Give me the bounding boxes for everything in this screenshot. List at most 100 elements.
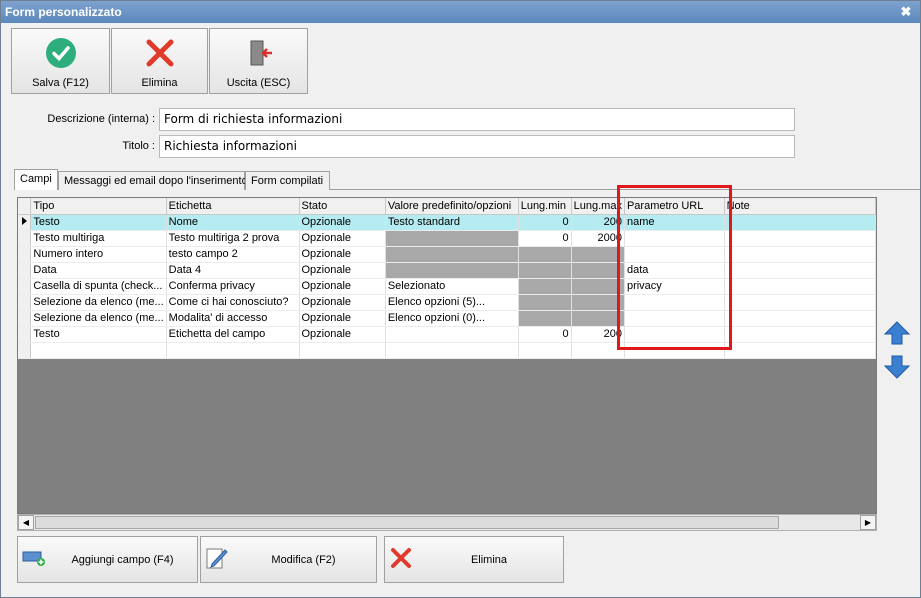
table-row[interactable]: Selezione da elenco (me... Come ci hai co… [18, 294, 876, 311]
exit-button[interactable]: Uscita (ESC) [209, 28, 308, 94]
cell-lung-min[interactable]: 0 [518, 214, 572, 231]
cell-lung-min[interactable] [518, 262, 572, 279]
description-field[interactable]: Form di richiesta informazioni [159, 108, 795, 131]
scroll-right-icon[interactable]: ▶ [860, 515, 876, 530]
cell-note[interactable] [724, 246, 876, 263]
row-indicator[interactable] [18, 294, 32, 311]
col-note[interactable]: Note [724, 198, 876, 215]
row-indicator[interactable] [18, 310, 32, 327]
col-etichetta[interactable]: Etichetta [166, 198, 300, 215]
col-valore[interactable]: Valore predefinito/opzioni [385, 198, 519, 215]
cell-etichetta[interactable]: Conferma privacy [166, 278, 300, 295]
table-row[interactable]: Data Data 4 Opzionale data [18, 262, 876, 279]
cell-tipo[interactable]: Testo [30, 214, 167, 231]
table-row[interactable]: Selezione da elenco (me... Modalita' di a… [18, 310, 876, 327]
tab-campi[interactable]: Campi [14, 169, 58, 190]
table-row[interactable]: Testo Nome Opzionale Testo standard 0 200 name [18, 214, 876, 231]
cell-stato[interactable]: Opzionale [299, 310, 386, 327]
cell-etichetta[interactable]: Etichetta del campo [166, 326, 300, 343]
cell-stato[interactable]: Opzionale [299, 262, 386, 279]
move-up-icon[interactable] [883, 319, 911, 347]
cell-note[interactable] [724, 262, 876, 279]
cell-stato[interactable]: Opzionale [299, 230, 386, 247]
move-down-icon[interactable] [883, 353, 911, 381]
cell-valore[interactable] [385, 230, 519, 247]
cell-valore[interactable]: Testo standard [385, 214, 519, 231]
cell-note[interactable] [724, 310, 876, 327]
cell-etichetta[interactable]: Testo multiriga 2 prova [166, 230, 300, 247]
close-icon[interactable]: ✖ [898, 4, 914, 20]
cell-lung-min[interactable] [518, 246, 572, 263]
cell-lung-min[interactable] [518, 278, 572, 295]
table-row[interactable]: Testo multiriga Testo multiriga 2 prova Op… [18, 230, 876, 247]
horizontal-scrollbar[interactable]: ◀ ▶ [17, 514, 877, 531]
cell-valore[interactable]: Elenco opzioni (0)... [385, 310, 519, 327]
fields-grid[interactable]: Tipo Etichetta Stato Valore predefinito/… [17, 197, 877, 514]
delete-field-button[interactable]: Elimina [384, 536, 564, 583]
cell-valore[interactable] [385, 262, 519, 279]
row-indicator[interactable] [18, 278, 32, 295]
cell-etichetta[interactable]: Come ci hai conosciuto? [166, 294, 300, 311]
add-field-button[interactable]: Aggiungi campo (F4) [17, 536, 198, 583]
save-button[interactable]: Salva (F12) [11, 28, 110, 94]
cell-note[interactable] [724, 294, 876, 311]
cell-etichetta[interactable]: Modalita' di accesso [166, 310, 300, 327]
cell-valore[interactable]: Selezionato [385, 278, 519, 295]
cell-lung-min[interactable]: 0 [518, 230, 572, 247]
row-indicator[interactable] [18, 230, 32, 247]
table-row[interactable]: Testo Etichetta del campo Opzionale 0 200 [18, 326, 876, 343]
cell-tipo[interactable]: Numero intero [30, 246, 167, 263]
cell-lung-min[interactable] [518, 310, 572, 327]
cell-note[interactable] [724, 278, 876, 295]
cell-tipo[interactable]: Testo multiriga [30, 230, 167, 247]
table-row-empty[interactable] [18, 342, 876, 359]
delete-button[interactable]: Elimina [111, 28, 208, 94]
cell-valore[interactable] [385, 246, 519, 263]
cell-etichetta[interactable]: testo campo 2 [166, 246, 300, 263]
empty-cell[interactable] [30, 342, 167, 359]
cell-stato[interactable]: Opzionale [299, 246, 386, 263]
cell-tipo[interactable]: Selezione da elenco (me... [30, 310, 167, 327]
cell-etichetta[interactable]: Nome [166, 214, 300, 231]
table-row[interactable]: Casella di spunta (check... Conferma priv… [18, 278, 876, 295]
scroll-thumb[interactable] [35, 516, 779, 529]
col-lung-min[interactable]: Lung.min [518, 198, 572, 215]
form-window: Form personalizzato ✖ Salva (F12) Elimin… [0, 0, 921, 598]
cell-stato[interactable]: Opzionale [299, 214, 386, 231]
tab-messaggi[interactable]: Messaggi ed email dopo l'inserimento [58, 171, 248, 190]
cell-etichetta[interactable]: Data 4 [166, 262, 300, 279]
edit-button[interactable]: Modifica (F2) [200, 536, 377, 583]
cell-valore[interactable]: Elenco opzioni (5)... [385, 294, 519, 311]
col-tipo[interactable]: Tipo [30, 198, 167, 215]
cell-stato[interactable]: Opzionale [299, 294, 386, 311]
row-indicator[interactable] [18, 326, 32, 343]
cell-stato[interactable]: Opzionale [299, 326, 386, 343]
row-indicator[interactable] [18, 262, 32, 279]
cell-tipo[interactable]: Selezione da elenco (me... [30, 294, 167, 311]
cell-note[interactable] [724, 230, 876, 247]
cell-lung-min[interactable] [518, 294, 572, 311]
cell-lung-min[interactable]: 0 [518, 326, 572, 343]
tab-form-compilati[interactable]: Form compilati [245, 171, 330, 190]
cell-stato[interactable]: Opzionale [299, 278, 386, 295]
cell-note[interactable] [724, 214, 876, 231]
scroll-left-icon[interactable]: ◀ [18, 515, 34, 530]
add-field-icon [22, 551, 45, 566]
cell-tipo[interactable]: Data [30, 262, 167, 279]
row-indicator[interactable] [18, 246, 32, 263]
title-field[interactable]: Richiesta informazioni [159, 135, 795, 158]
empty-cell[interactable] [385, 342, 519, 359]
cell-tipo[interactable]: Casella di spunta (check... [30, 278, 167, 295]
cell-tipo[interactable]: Testo [30, 326, 167, 343]
cell-note[interactable] [724, 326, 876, 343]
col-stato[interactable]: Stato [299, 198, 386, 215]
row-indicator[interactable] [18, 214, 32, 231]
empty-cell[interactable] [166, 342, 300, 359]
empty-cell[interactable] [724, 342, 876, 359]
row-indicator[interactable] [18, 342, 32, 359]
empty-cell[interactable] [299, 342, 386, 359]
cell-valore[interactable] [385, 326, 519, 343]
edit-icon [206, 548, 228, 569]
table-row[interactable]: Numero intero testo campo 2 Opzionale [18, 246, 876, 263]
empty-cell[interactable] [518, 342, 572, 359]
